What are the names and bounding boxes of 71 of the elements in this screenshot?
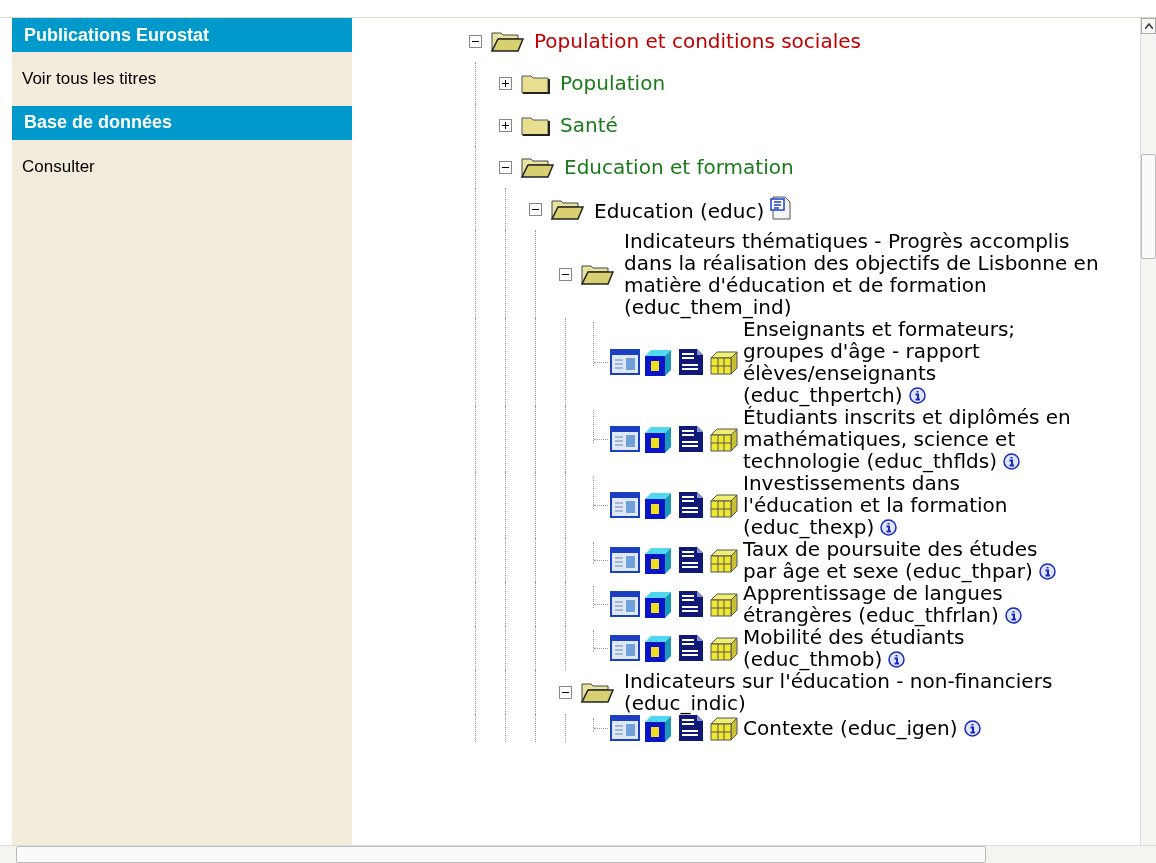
sidebar-link[interactable]: Consulter <box>12 139 352 193</box>
scrollbar-thumb[interactable] <box>16 846 986 863</box>
document-icon[interactable] <box>676 425 706 453</box>
dataset-title[interactable]: Enseignants et formateurs; groupes d'âge - rapport élèves/enseignants (educ_thpertch) <box>743 318 1073 406</box>
folder-title[interactable]: Education et formation <box>564 156 794 178</box>
table-icon[interactable] <box>610 491 640 519</box>
document-icon[interactable] <box>676 546 706 574</box>
info-icon[interactable] <box>963 720 981 737</box>
data-cube-icon[interactable] <box>709 425 739 453</box>
open-folder-icon <box>550 197 584 221</box>
data-cube-icon[interactable] <box>709 491 739 519</box>
collapse-icon[interactable] <box>528 202 542 216</box>
vertical-scrollbar[interactable] <box>1140 18 1156 845</box>
info-icon[interactable] <box>908 387 926 404</box>
document-icon[interactable] <box>676 590 706 618</box>
open-folder-icon <box>520 155 554 179</box>
expand-icon[interactable] <box>498 76 512 90</box>
document-icon[interactable] <box>676 348 706 376</box>
collapse-icon[interactable] <box>558 267 572 281</box>
cube-icon[interactable] <box>643 348 673 376</box>
open-folder-icon <box>490 29 524 53</box>
expand-icon[interactable] <box>498 118 512 132</box>
folder-title[interactable]: Indicateurs sur l'éducation - non-financiers (educ_indic) <box>624 670 1114 714</box>
dataset-title[interactable]: Contexte (educ_igen) <box>743 717 1073 739</box>
cube-icon[interactable] <box>643 714 673 742</box>
data-cube-icon[interactable] <box>709 634 739 662</box>
table-icon[interactable] <box>610 634 640 662</box>
data-cube-icon[interactable] <box>709 546 739 574</box>
sidebar-header: Publications Eurostat <box>12 18 352 52</box>
folder-title[interactable]: Indicateurs thématiques - Progrès accomplis dans la réalisation des objectifs de Lisbonne en matière d'éducation et de formation (educ_them_ind) <box>624 230 1114 318</box>
cube-icon[interactable] <box>643 546 673 574</box>
dataset-title[interactable]: Mobilité des étudiants (educ_thmob) <box>743 626 1073 670</box>
cube-icon[interactable] <box>643 634 673 662</box>
document-icon[interactable] <box>676 714 706 742</box>
dataset-title[interactable]: Apprentissage de langues étrangères (educ_thfrlan) <box>743 582 1073 626</box>
info-icon[interactable] <box>1038 563 1056 580</box>
data-cube-icon[interactable] <box>709 348 739 376</box>
info-icon[interactable] <box>1004 607 1022 624</box>
folder-title[interactable]: Santé <box>560 114 618 136</box>
open-folder-icon <box>580 680 614 704</box>
cube-icon[interactable] <box>643 491 673 519</box>
document-icon[interactable] <box>676 491 706 519</box>
collapse-icon[interactable] <box>558 685 572 699</box>
table-icon[interactable] <box>610 714 640 742</box>
dataset-title[interactable]: Étudiants inscrits et diplômés en mathématiques, science et technologie (educ_thflds) <box>743 406 1073 472</box>
dataset-title[interactable]: Investissements dans l'éducation et la formation (educ_thexp) <box>743 472 1073 538</box>
metadata-icon[interactable] <box>770 196 793 220</box>
sidebar-header: Base de données <box>12 105 352 140</box>
info-icon[interactable] <box>1002 453 1020 470</box>
table-icon[interactable] <box>610 425 640 453</box>
scroll-up-icon[interactable] <box>1144 23 1153 29</box>
table-icon[interactable] <box>610 590 640 618</box>
folder-title[interactable]: Population et conditions sociales <box>534 30 861 52</box>
cube-icon[interactable] <box>643 425 673 453</box>
document-icon[interactable] <box>676 634 706 662</box>
horizontal-scrollbar[interactable] <box>0 845 1156 863</box>
open-folder-icon <box>580 262 614 286</box>
folder-title[interactable]: Education (educ) <box>594 196 793 222</box>
cube-icon[interactable] <box>643 590 673 618</box>
table-icon[interactable] <box>610 348 640 376</box>
scrollbar-thumb[interactable] <box>1141 154 1156 259</box>
data-cube-icon[interactable] <box>709 590 739 618</box>
folder-title[interactable]: Population <box>560 72 666 94</box>
sidebar-link[interactable]: Voir tous les titres <box>12 52 352 106</box>
table-icon[interactable] <box>610 546 640 574</box>
collapse-icon[interactable] <box>468 34 482 48</box>
info-icon[interactable] <box>880 519 898 536</box>
dataset-title[interactable]: Taux de poursuite des études par âge et sexe (educ_thpar) <box>743 538 1073 582</box>
info-icon[interactable] <box>888 651 906 668</box>
data-cube-icon[interactable] <box>709 714 739 742</box>
collapse-icon[interactable] <box>498 160 512 174</box>
